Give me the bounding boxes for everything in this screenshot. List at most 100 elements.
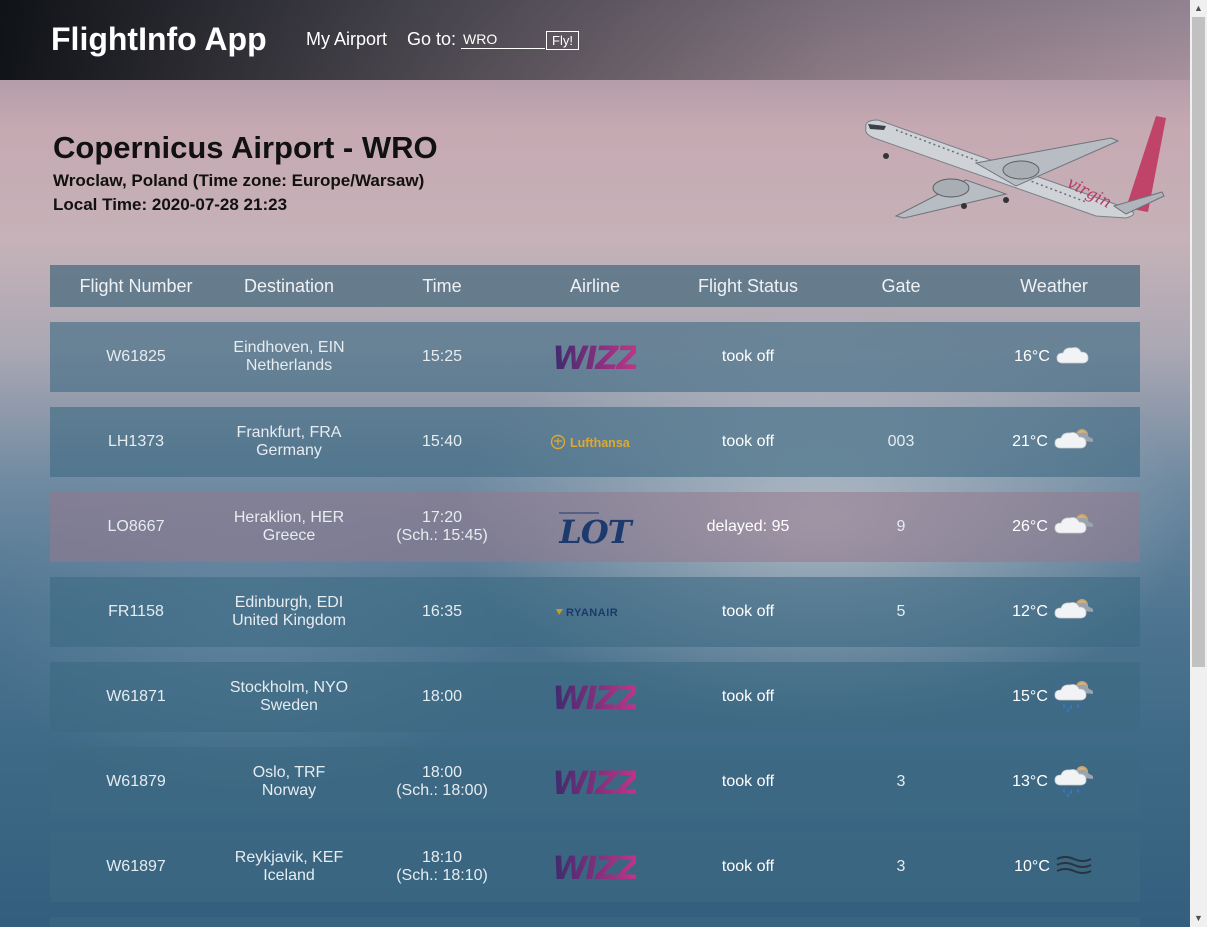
wizz-logo-text: WIZZ bbox=[554, 679, 636, 716]
weather-cell: 13°C bbox=[968, 763, 1140, 802]
departure-time: 18:10 bbox=[421, 849, 463, 866]
fog-icon bbox=[1054, 851, 1094, 884]
time-cell: 17:20 (Sch.: 15:45) bbox=[356, 509, 528, 545]
table-row[interactable] bbox=[50, 917, 1140, 927]
wizz-logo-text: WIZZ bbox=[554, 339, 636, 376]
wizz-logo: WIZZ bbox=[528, 847, 662, 887]
my-airport-link[interactable]: My Airport bbox=[306, 29, 387, 50]
airline-cell: WIZZ bbox=[528, 847, 662, 887]
airplane-image: virgin bbox=[865, 116, 1166, 219]
departure-time: 18:00 bbox=[421, 688, 463, 705]
destination-country: Norway bbox=[261, 782, 317, 799]
gate: 3 bbox=[896, 858, 906, 875]
departure-time: 17:20 bbox=[421, 509, 463, 526]
partly-cloudy-icon bbox=[1052, 426, 1096, 459]
flights-table-header: Flight Number Destination Time Airline F… bbox=[50, 265, 1140, 307]
flight-status: took off bbox=[721, 773, 775, 790]
scheduled-time: (Sch.: 15:45) bbox=[396, 527, 488, 544]
table-row[interactable]: FR1158 Edinburgh, EDI United Kingdom 16:… bbox=[50, 577, 1140, 647]
wizz-logo-text: WIZZ bbox=[554, 849, 636, 886]
time-cell: 16:35 bbox=[356, 603, 528, 621]
rain-icon bbox=[1052, 678, 1096, 717]
flight-number: W61897 bbox=[106, 858, 166, 875]
flight-status: took off bbox=[721, 688, 775, 705]
top-navbar: FlightInfo App My Airport Go to: Fly! bbox=[0, 0, 1190, 80]
destination-city: Eindhoven, EIN bbox=[233, 339, 345, 356]
departure-time: 15:25 bbox=[421, 348, 463, 365]
time-cell: 18:00 (Sch.: 18:00) bbox=[356, 764, 528, 800]
time-cell: 18:10 (Sch.: 18:10) bbox=[356, 849, 528, 885]
table-row[interactable]: W61871 Stockholm, NYO Sweden 18:00 WIZZ … bbox=[50, 662, 1140, 732]
flight-status: delayed: 95 bbox=[706, 518, 790, 535]
airport-title: Copernicus Airport - WRO bbox=[53, 130, 438, 165]
scrollbar-thumb[interactable] bbox=[1192, 17, 1205, 667]
table-row[interactable]: LH1373 Frankfurt, FRA Germany 15:40 Luft… bbox=[50, 407, 1140, 477]
airline-cell: LOT bbox=[528, 507, 662, 547]
destination-cell: Stockholm, NYO Sweden bbox=[222, 679, 356, 715]
table-row[interactable]: W61879 Oslo, TRF Norway 18:00 (Sch.: 18:… bbox=[50, 747, 1140, 817]
airline-cell: Lufthansa bbox=[528, 422, 662, 462]
destination-country: Iceland bbox=[263, 867, 315, 884]
app-brand[interactable]: FlightInfo App bbox=[51, 21, 267, 58]
table-row[interactable]: W61825 Eindhoven, EIN Netherlands 15:25 … bbox=[50, 322, 1140, 392]
header-flight-number: Flight Number bbox=[79, 275, 193, 296]
flight-status: took off bbox=[721, 858, 775, 875]
header-airline: Airline bbox=[569, 275, 621, 296]
airline-cell: RYANAIR bbox=[528, 592, 662, 632]
partly-cloudy-icon bbox=[1052, 511, 1096, 544]
flight-status: took off bbox=[721, 603, 775, 620]
destination-cell: Reykjavik, KEF Iceland bbox=[222, 849, 356, 885]
scroll-down-arrow-icon[interactable]: ▼ bbox=[1190, 910, 1207, 927]
destination-cell: Edinburgh, EDI United Kingdom bbox=[222, 594, 356, 630]
gate: 9 bbox=[896, 518, 906, 535]
wizz-logo: WIZZ bbox=[528, 677, 662, 717]
flight-number: W61825 bbox=[106, 348, 166, 365]
weather-cell: 15°C bbox=[968, 678, 1140, 717]
lufthansa-logo: Lufthansa bbox=[528, 422, 662, 462]
weather-cell: 12°C bbox=[968, 596, 1140, 629]
cloud-icon bbox=[1054, 341, 1094, 374]
wizz-logo: WIZZ bbox=[528, 337, 662, 377]
destination-cell: Oslo, TRF Norway bbox=[222, 764, 356, 800]
local-time: Local Time: 2020-07-28 21:23 bbox=[53, 195, 288, 214]
goto-label: Go to: bbox=[407, 29, 457, 49]
destination-city: Stockholm, NYO bbox=[229, 679, 349, 696]
table-row[interactable]: W61897 Reykjavik, KEF Iceland 18:10 (Sch… bbox=[50, 832, 1140, 902]
partly-cloudy-icon bbox=[1052, 596, 1096, 629]
temperature: 26°C bbox=[1012, 518, 1048, 535]
temperature: 13°C bbox=[1012, 773, 1048, 790]
flight-status: took off bbox=[721, 433, 775, 450]
temperature: 16°C bbox=[1014, 348, 1050, 365]
destination-country: Sweden bbox=[260, 697, 318, 714]
scheduled-time: (Sch.: 18:10) bbox=[396, 867, 488, 884]
destination-country: United Kingdom bbox=[232, 612, 346, 629]
gate: 5 bbox=[896, 603, 906, 620]
temperature: 15°C bbox=[1012, 688, 1048, 705]
flight-number: LH1373 bbox=[107, 433, 165, 450]
weather-cell: 26°C bbox=[968, 511, 1140, 544]
weather-cell: 21°C bbox=[968, 426, 1140, 459]
temperature: 21°C bbox=[1012, 433, 1048, 450]
ryanair-logo-text: RYANAIR bbox=[566, 607, 618, 619]
destination-cell: Eindhoven, EIN Netherlands bbox=[222, 339, 356, 375]
header-time: Time bbox=[422, 275, 462, 296]
scheduled-time: (Sch.: 18:00) bbox=[396, 782, 488, 799]
rain-icon bbox=[1052, 763, 1096, 802]
header-weather: Weather bbox=[1020, 275, 1088, 296]
destination-city: Edinburgh, EDI bbox=[234, 594, 344, 611]
flight-number: W61871 bbox=[106, 688, 166, 705]
table-row[interactable]: LO8667 Heraklion, HER Greece 17:20 (Sch.… bbox=[50, 492, 1140, 562]
flight-status: took off bbox=[721, 348, 775, 365]
lot-logo-text: LOT bbox=[558, 513, 633, 547]
scroll-up-arrow-icon[interactable]: ▲ bbox=[1190, 0, 1207, 17]
flight-number: FR1158 bbox=[108, 603, 164, 620]
weather-cell: 10°C bbox=[968, 851, 1140, 884]
lot-logo: LOT bbox=[528, 507, 662, 547]
airport-location: Wroclaw, Poland (Time zone: Europe/Warsa… bbox=[53, 171, 425, 190]
destination-country: Netherlands bbox=[245, 357, 333, 374]
departure-time: 15:40 bbox=[421, 433, 463, 450]
temperature: 10°C bbox=[1014, 858, 1050, 875]
page: FlightInfo App My Airport Go to: Fly! Co… bbox=[0, 0, 1190, 927]
fly-button[interactable]: Fly! bbox=[546, 31, 579, 50]
airport-code-input[interactable] bbox=[461, 30, 545, 49]
